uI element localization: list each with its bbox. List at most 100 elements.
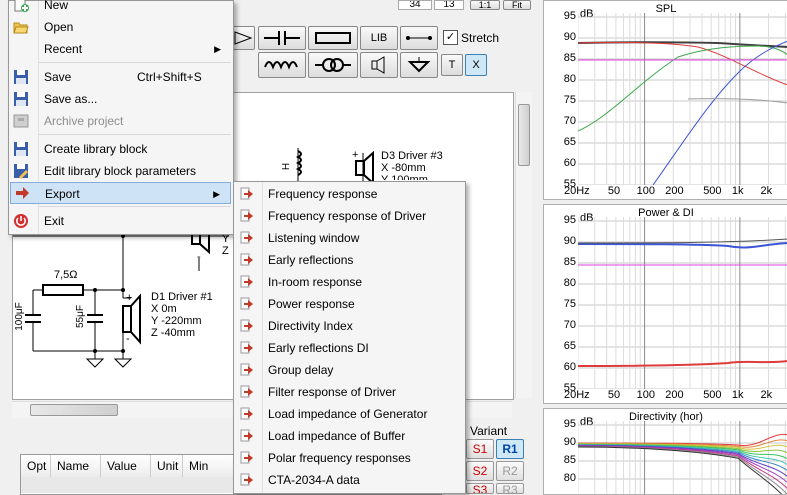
export-submenu: Frequency response Frequency response of … xyxy=(233,181,466,494)
power-y-tick: 70 xyxy=(563,319,576,331)
menu-item-exit[interactable]: Exit xyxy=(9,210,231,232)
export-item[interactable]: Frequency response xyxy=(234,183,463,205)
spl-x-tick: 2k xyxy=(760,185,773,197)
d3-driver-x: X -80mm xyxy=(381,162,426,174)
export-item[interactable]: Early reflections xyxy=(234,249,463,271)
variant-s2-button[interactable]: S2 xyxy=(466,461,494,481)
menu-item-recent[interactable]: Recent ▶ xyxy=(9,38,231,60)
dir-y-tick: 85 xyxy=(563,454,576,466)
export-item[interactable]: Power response xyxy=(234,293,463,315)
variant-r2-button[interactable]: R2 xyxy=(496,461,524,481)
export-item[interactable]: Group delay xyxy=(234,359,463,381)
dir-y-tick: 90 xyxy=(563,436,576,448)
menu-item-new-label: New xyxy=(44,0,69,12)
menu-item-new[interactable]: New xyxy=(9,0,231,16)
horizontal-scroll-thumb[interactable] xyxy=(30,404,118,416)
export-item[interactable]: Polar frequency responses xyxy=(234,447,463,469)
wire-tool-button[interactable] xyxy=(400,26,438,50)
vertical-scroll-thumb[interactable] xyxy=(518,104,530,166)
export-item-label: Load impedance of Generator xyxy=(268,407,428,421)
resistor-tool-button[interactable] xyxy=(308,26,358,50)
export-item-label: Power response xyxy=(268,297,355,311)
coord-field-b[interactable]: 13 xyxy=(434,0,464,10)
export-item-label: Group delay xyxy=(268,363,334,377)
spl-x-tick: 500 xyxy=(703,185,722,197)
library-button[interactable]: LIB xyxy=(360,26,398,50)
grid-col-value[interactable]: Value xyxy=(101,455,151,477)
export-item-label: CTA-2034-A data xyxy=(268,473,360,487)
x-button[interactable]: X xyxy=(465,54,487,76)
fit-button[interactable]: Fit xyxy=(503,0,531,10)
d3-plus: + xyxy=(352,149,359,161)
export-arrow-icon xyxy=(240,209,253,222)
spl-y-tick: 85 xyxy=(563,52,576,64)
export-item[interactable]: Frequency response of Driver xyxy=(234,205,463,227)
menu-item-save-as[interactable]: Save as... xyxy=(9,88,231,110)
menu-separator xyxy=(39,206,231,207)
export-item[interactable]: Load impedance of Generator xyxy=(234,403,463,425)
menu-item-export[interactable]: Export ▶ xyxy=(10,182,231,204)
export-arrow-icon xyxy=(240,407,253,420)
menu-item-save[interactable]: Save Ctrl+Shift+S xyxy=(9,66,231,88)
menu-item-export-label: Export xyxy=(45,187,80,201)
library-save-icon xyxy=(14,142,28,156)
t-button[interactable]: T xyxy=(441,54,463,76)
transformer-icon xyxy=(315,58,351,72)
stretch-checkbox[interactable]: ✓ xyxy=(443,30,458,45)
resistor-value: 7,5Ω xyxy=(54,269,78,281)
stretch-label: Stretch xyxy=(461,31,500,45)
transformer-tool-button[interactable] xyxy=(308,52,358,78)
menu-item-edit-library-params[interactable]: Edit library block parameters xyxy=(9,160,231,182)
export-item[interactable]: Listening window xyxy=(234,227,463,249)
menu-item-recent-label: Recent xyxy=(44,42,83,56)
capacitor-tool-button[interactable] xyxy=(258,26,306,50)
power-y-tick: 80 xyxy=(563,277,576,289)
power-x-tick: 50 xyxy=(607,389,621,401)
exit-icon xyxy=(14,214,28,228)
export-item-label: Early reflections xyxy=(268,253,354,267)
d2-minus: - xyxy=(197,251,201,263)
spl-y-tick: 65 xyxy=(563,136,576,148)
export-item[interactable]: Early reflections DI xyxy=(234,337,463,359)
d3-driver-y: Y 100mm xyxy=(381,174,428,180)
variant-s3-button[interactable]: S3 xyxy=(466,483,494,494)
power-y-tick: 65 xyxy=(563,340,576,352)
ground-tool-button[interactable] xyxy=(400,52,438,78)
coord-field-a[interactable]: 34 xyxy=(398,0,432,10)
menu-separator xyxy=(39,134,231,135)
ground-icon xyxy=(407,57,431,73)
grid-col-opt[interactable]: Opt xyxy=(21,455,51,477)
new-icon xyxy=(14,0,29,12)
export-item[interactable]: Filter response of Driver xyxy=(234,381,463,403)
variant-label: Variant xyxy=(470,424,508,438)
d1-driver-name: D1 Driver #1 xyxy=(151,291,213,303)
variant-s1-button[interactable]: S1 xyxy=(466,439,494,459)
grid-col-unit[interactable]: Unit xyxy=(151,455,183,477)
inductor-tool-button[interactable] xyxy=(258,52,306,78)
canvas-vertical-scrollbar[interactable] xyxy=(515,92,532,398)
menu-item-archive-project[interactable]: Archive project xyxy=(9,110,231,132)
power-di-graph-panel[interactable]: Power & DI dB 95 90 85 80 75 70 65 60 55 20Hz 50 10… xyxy=(543,204,787,404)
wire-icon xyxy=(406,36,432,40)
d1-driver-x: X 0m xyxy=(151,303,177,315)
export-item[interactable]: Directivity Index xyxy=(234,315,463,337)
variant-r3-button[interactable]: R3 xyxy=(496,483,524,494)
export-arrow-icon xyxy=(240,187,253,200)
export-item[interactable]: Load impedance of Buffer xyxy=(234,425,463,447)
export-item-label: In-room response xyxy=(268,275,363,289)
speaker-tool-button[interactable] xyxy=(360,52,398,78)
variant-r1-button[interactable]: R1 xyxy=(496,439,524,459)
grid-col-name[interactable]: Name xyxy=(51,455,101,477)
menu-item-create-library-block[interactable]: Create library block xyxy=(9,138,231,160)
export-item[interactable]: In-room response xyxy=(234,271,463,293)
export-item[interactable]: CTA-2034-A data xyxy=(234,469,463,491)
export-arrow-icon xyxy=(240,275,253,288)
speaker-icon xyxy=(371,56,385,74)
d1-plus: + xyxy=(126,292,133,304)
spl-graph-panel[interactable]: SPL dB 95 90 85 80 75 70 65 60 55 20Hz 50 100 200 500… xyxy=(543,0,787,200)
zoom-1-1-button[interactable]: 1:1 xyxy=(470,0,500,10)
directivity-graph-panel[interactable]: Directivity (hor) dB 95 90 85 80 xyxy=(543,408,787,495)
opamp-tool-button[interactable] xyxy=(232,26,255,50)
menu-item-open[interactable]: Open xyxy=(9,16,231,38)
inductor-label: H xyxy=(281,162,293,171)
